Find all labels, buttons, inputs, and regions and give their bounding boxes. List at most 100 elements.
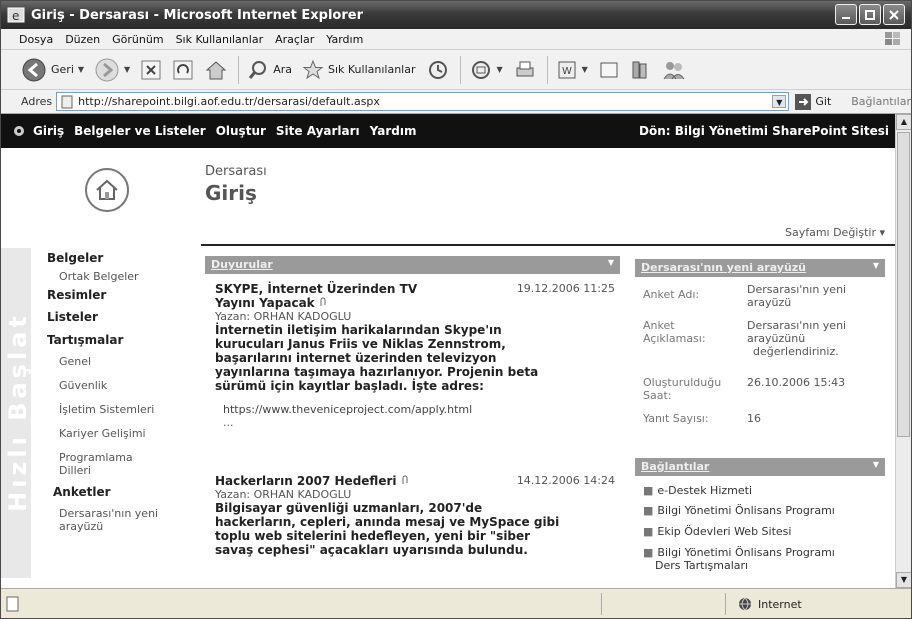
address-dropdown-icon[interactable]: ▼ — [772, 95, 787, 108]
ql-pictures[interactable]: Resimler — [47, 288, 106, 302]
menu-favorites[interactable]: Sık Kullanılanlar — [176, 33, 264, 46]
browser-window: e Giriş - Dersarası - Microsoft Internet… — [0, 0, 912, 619]
page-header: Dersarası Giriş Sayfamı Değiştir ▾ — [1, 148, 895, 248]
minimize-button[interactable] — [835, 4, 857, 25]
word-icon: W — [558, 61, 576, 78]
forward-arrow-icon — [95, 58, 119, 81]
attachment-icon — [320, 297, 326, 306]
link-item[interactable]: ■ Ekip Ödevleri Web Sitesi — [643, 525, 791, 538]
close-icon — [889, 9, 899, 20]
discuss-button[interactable] — [598, 59, 620, 81]
link-item[interactable]: Ders Tartışmaları — [655, 559, 748, 572]
nav-home[interactable]: Giriş — [33, 124, 64, 138]
scroll-thumb[interactable] — [897, 132, 910, 437]
nav-create[interactable]: Oluştur — [216, 124, 266, 138]
address-input[interactable]: http://sharepoint.bilgi.aof.edu.tr/dersa… — [56, 92, 790, 111]
go-button[interactable]: Git — [795, 93, 831, 110]
poll-value: arayüzünü — [747, 332, 806, 345]
ql-operating-systems[interactable]: İşletim Sistemleri — [59, 403, 154, 416]
announcement-date: 19.12.2006 11:25 — [516, 282, 615, 295]
favorites-button[interactable]: Sık Kullanılanlar — [302, 59, 416, 81]
announcements-title[interactable]: Duyurular — [211, 258, 273, 271]
poll-header: Dersarası'nın yeni arayüzü ▼ — [635, 259, 885, 277]
svg-text:e: e — [12, 9, 19, 23]
ql-survey-new-ui-line2[interactable]: arayüzü — [59, 520, 103, 533]
links-title[interactable]: Bağlantılar — [641, 460, 709, 473]
link-item[interactable]: ■ Bilgi Yönetimi Önlisans Programı — [643, 546, 835, 559]
printer-icon — [516, 61, 534, 76]
menu-file[interactable]: Dosya — [19, 33, 53, 46]
messenger-button[interactable] — [662, 59, 686, 81]
poll-title[interactable]: Dersarası'nın yeni arayüzü — [641, 261, 806, 274]
ql-career[interactable]: Kariyer Gelişimi — [59, 427, 146, 440]
globe-icon — [739, 597, 751, 611]
announcements-header: Duyurular ▼ — [205, 256, 620, 274]
ql-surveys[interactable]: Anketler — [53, 485, 111, 499]
search-label: Ara — [273, 63, 292, 76]
menu-edit[interactable]: Düzen — [65, 33, 100, 46]
back-button[interactable]: Geri ▼ — [21, 57, 84, 83]
attachment-icon — [402, 475, 408, 484]
menu-tools[interactable]: Araçlar — [275, 33, 314, 46]
ql-programming-line2[interactable]: Dilleri — [59, 464, 91, 477]
back-dropdown-icon[interactable]: ▼ — [78, 65, 84, 74]
stop-icon — [141, 60, 161, 79]
page-status-icon — [6, 596, 19, 611]
title-bar: e Giriş - Dersarası - Microsoft Internet… — [1, 1, 911, 29]
ql-security[interactable]: Güvenlik — [59, 379, 107, 392]
go-arrow-icon — [795, 93, 812, 110]
ie-icon: e — [7, 7, 25, 23]
ql-programming[interactable]: Programlama — [59, 451, 133, 464]
ql-shared-documents[interactable]: Ortak Belgeler — [59, 270, 139, 283]
announcement-title-line2[interactable]: Yayını Yapacak — [215, 296, 615, 310]
nav-help[interactable]: Yardım — [370, 124, 417, 138]
links-menu-icon[interactable]: ▼ — [873, 460, 879, 469]
ql-survey-new-ui[interactable]: Dersarası'nın yeni — [59, 507, 158, 520]
modify-page-button[interactable]: Sayfamı Değiştir ▾ — [785, 226, 885, 239]
announcement-body: Bilgisayar güvenliği uzmanları, 2007'de … — [215, 501, 560, 557]
link-item[interactable]: ■ e-Destek Hizmeti — [643, 484, 752, 497]
mail-dropdown-icon[interactable]: ▼ — [497, 65, 503, 74]
status-bar: Internet — [1, 588, 911, 618]
scroll-up-icon[interactable]: ▲ — [896, 114, 911, 130]
refresh-button[interactable] — [172, 59, 194, 81]
research-icon — [632, 61, 647, 78]
maximize-button[interactable] — [859, 4, 881, 25]
poll-value: 16 — [747, 412, 761, 425]
close-button[interactable] — [883, 4, 905, 25]
page-icon — [61, 95, 73, 108]
ql-lists[interactable]: Listeler — [47, 310, 98, 324]
poll-menu-icon[interactable]: ▼ — [873, 261, 879, 270]
home-button[interactable] — [204, 59, 228, 81]
ql-documents[interactable]: Belgeler — [47, 251, 103, 265]
mail-button[interactable]: ▼ — [469, 59, 503, 81]
nav-site-settings[interactable]: Site Ayarları — [276, 124, 360, 138]
menu-help[interactable]: Yardım — [326, 33, 363, 46]
address-bar: Adres http://sharepoint.bilgi.aof.edu.tr… — [1, 90, 911, 114]
ql-general[interactable]: Genel — [59, 355, 91, 368]
messenger-icon — [663, 61, 685, 79]
announcements-menu-icon[interactable]: ▼ — [608, 258, 614, 267]
search-button[interactable]: Ara — [247, 59, 292, 81]
address-url: http://sharepoint.bilgi.aof.edu.tr/dersa… — [78, 95, 380, 108]
edit-button[interactable]: W ▼ — [556, 59, 588, 81]
announcement-item: Hackerların 2007 Hedefleri 14.12.2006 14… — [215, 474, 615, 557]
forward-button[interactable]: ▼ — [94, 57, 130, 83]
nav-back-to-parent[interactable]: Dön: Bilgi Yönetimi SharePoint Sitesi — [639, 124, 889, 138]
menu-view[interactable]: Görünüm — [112, 33, 163, 46]
windows-flag-icon — [885, 32, 900, 45]
scroll-down-icon[interactable]: ▼ — [896, 572, 911, 588]
link-item[interactable]: ■ Bilgi Yönetimi Önlisans Programı — [643, 504, 835, 517]
links-toolbar[interactable]: Bağlantılar — [851, 95, 911, 108]
research-button[interactable] — [630, 59, 652, 81]
nav-documents-lists[interactable]: Belgeler ve Listeler — [74, 124, 206, 138]
page-title: Giriş — [205, 181, 257, 205]
stop-button[interactable] — [140, 59, 162, 81]
ql-discussions[interactable]: Tartışmalar — [47, 333, 123, 347]
print-button[interactable] — [513, 59, 537, 81]
edit-dropdown-icon[interactable]: ▼ — [582, 65, 588, 74]
announcement-url[interactable]: https://www.theveniceproject.com/apply.h… — [223, 403, 615, 416]
vertical-scrollbar[interactable]: ▲ ▼ — [895, 114, 911, 588]
forward-dropdown-icon[interactable]: ▼ — [124, 65, 130, 74]
history-button[interactable] — [426, 59, 450, 81]
